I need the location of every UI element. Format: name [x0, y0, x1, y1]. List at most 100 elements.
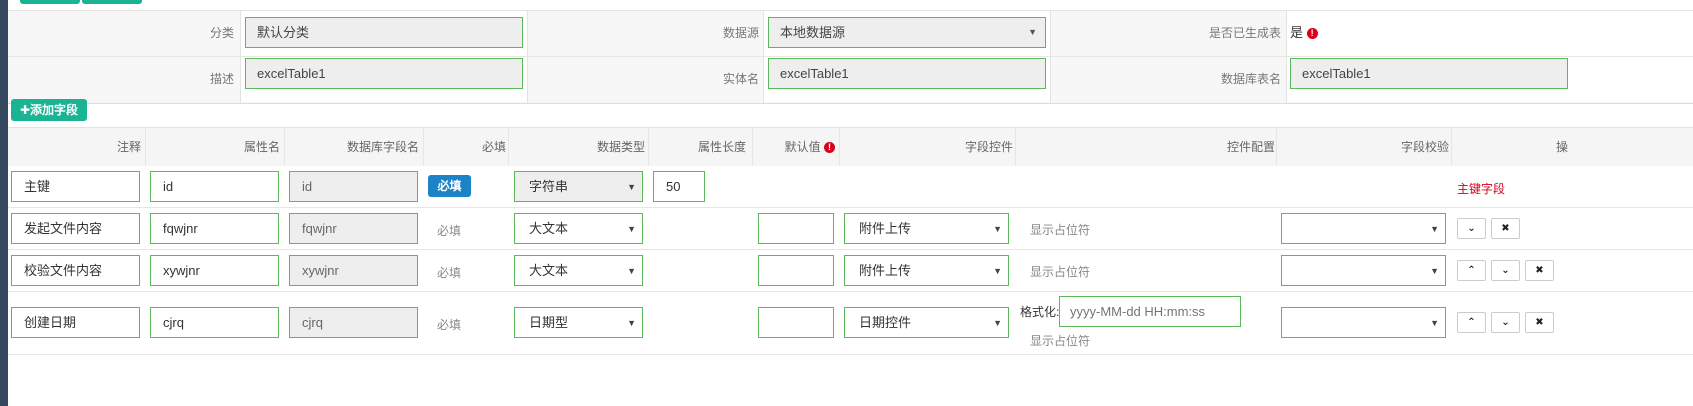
- close-icon: ✖: [1535, 265, 1544, 276]
- chevron-down-icon: ▼: [627, 266, 636, 276]
- form-row-1: 分类 默认分类 数据源 本地数据源 ▼ 是否已生成表 是 !: [8, 11, 1693, 57]
- col-required: 必填: [481, 140, 506, 154]
- alert-icon: !: [824, 142, 835, 154]
- datasource-select[interactable]: 本地数据源 ▼: [768, 17, 1046, 48]
- dtype-select[interactable]: 大文本 ▼: [514, 213, 643, 244]
- col-length: 属性长度: [697, 140, 746, 154]
- chevron-down-icon: ▼: [1430, 224, 1439, 234]
- dbtable-field[interactable]: excelTable1: [1290, 58, 1568, 89]
- dtype-value: 日期型: [529, 315, 569, 330]
- datasource-value: 本地数据源: [780, 25, 846, 40]
- comment-input[interactable]: 创建日期: [11, 307, 140, 338]
- placeholder-toggle[interactable]: 显示占位符: [1030, 221, 1090, 238]
- col-dbfield: 数据库字段名: [346, 140, 419, 154]
- table-row: 校验文件内容 xywjnr xywjnr 必填 大文本 ▼ 附件上传 ▼ 显示占…: [8, 250, 1693, 292]
- fields-table-header: 注释 属性名 数据库字段名 必填 数据类型 属性长度 默认值 ! 字段控件 控件…: [8, 127, 1693, 192]
- description-field[interactable]: excelTable1: [245, 58, 523, 89]
- move-up-button[interactable]: ⌃: [1457, 260, 1486, 281]
- dtype-select[interactable]: 日期型 ▼: [514, 307, 643, 338]
- attr-input[interactable]: xywjnr: [150, 255, 279, 286]
- chevron-down-icon: ▼: [1028, 27, 1037, 37]
- delete-row-button[interactable]: ✖: [1525, 260, 1554, 281]
- table-row: 主键 id id 必填 字符串 ▼ 50 主键字段: [8, 166, 1693, 208]
- move-up-button[interactable]: ⌃: [1457, 312, 1486, 333]
- dtype-value: 大文本: [529, 263, 569, 278]
- col-default: 默认值 !: [753, 128, 835, 166]
- top-action-button-2[interactable]: [82, 0, 142, 4]
- comment-input[interactable]: 发起文件内容: [11, 213, 140, 244]
- entity-label: 实体名: [722, 72, 759, 86]
- control-select[interactable]: 附件上传 ▼: [844, 255, 1009, 286]
- col-control: 字段控件: [964, 140, 1013, 154]
- top-action-button-1[interactable]: [20, 0, 80, 4]
- table-row: 创建日期 cjrq cjrq 必填 日期型 ▼ 日期控件 ▼ 格式化: 显示占位…: [8, 292, 1693, 355]
- col-ops: 操作: [1556, 140, 1569, 192]
- col-default-label: 默认值: [784, 140, 821, 154]
- length-input[interactable]: 50: [653, 171, 705, 202]
- move-down-button[interactable]: ⌄: [1457, 218, 1486, 239]
- control-value: 日期控件: [859, 315, 912, 330]
- col-dtype: 数据类型: [596, 140, 645, 154]
- chevron-down-icon: ▼: [1430, 318, 1439, 328]
- delete-row-button[interactable]: ✖: [1491, 218, 1520, 239]
- left-sidebar-strip: [0, 0, 8, 406]
- table-properties-form: 分类 默认分类 数据源 本地数据源 ▼ 是否已生成表 是 ! 描述 excelT…: [8, 10, 1693, 104]
- attr-input[interactable]: fqwjnr: [150, 213, 279, 244]
- dtype-select[interactable]: 大文本 ▼: [514, 255, 643, 286]
- add-field-button[interactable]: ✚添加字段: [11, 99, 87, 121]
- dbfield-input[interactable]: xywjnr: [289, 255, 418, 286]
- chevron-down-icon: ⌄: [1501, 317, 1510, 328]
- dtype-select[interactable]: 字符串 ▼: [514, 171, 643, 202]
- placeholder-toggle[interactable]: 显示占位符: [1030, 332, 1090, 349]
- control-select[interactable]: 日期控件 ▼: [844, 307, 1009, 338]
- generated-status: 是 !: [1290, 11, 1318, 54]
- description-label: 描述: [209, 72, 234, 86]
- chevron-down-icon: ⌄: [1467, 223, 1476, 234]
- delete-row-button[interactable]: ✖: [1525, 312, 1554, 333]
- comment-input[interactable]: 主键: [11, 171, 140, 202]
- chevron-down-icon: ▼: [627, 182, 636, 192]
- col-validate: 字段校验: [1400, 140, 1449, 154]
- primary-key-note: 主键字段: [1457, 182, 1506, 196]
- validate-select[interactable]: ▼: [1281, 307, 1446, 338]
- category-field[interactable]: 默认分类: [245, 17, 523, 48]
- chevron-down-icon: ▼: [993, 318, 1002, 328]
- required-toggle[interactable]: 必填: [437, 316, 461, 333]
- validate-select[interactable]: ▼: [1281, 255, 1446, 286]
- dbfield-input[interactable]: cjrq: [289, 307, 418, 338]
- dtype-value: 大文本: [529, 221, 569, 236]
- default-input[interactable]: [758, 213, 834, 244]
- attr-input[interactable]: cjrq: [150, 307, 279, 338]
- dbfield-input[interactable]: fqwjnr: [289, 213, 418, 244]
- chevron-down-icon: ▼: [627, 318, 636, 328]
- dbtable-label: 数据库表名: [1220, 72, 1281, 86]
- placeholder-toggle[interactable]: 显示占位符: [1030, 263, 1090, 280]
- chevron-down-icon: ⌄: [1501, 265, 1510, 276]
- category-label: 分类: [209, 26, 234, 40]
- col-attr: 属性名: [243, 140, 280, 154]
- attr-input[interactable]: id: [150, 171, 279, 202]
- chevron-up-icon: ⌃: [1467, 265, 1476, 276]
- table-row: 发起文件内容 fqwjnr fqwjnr 必填 大文本 ▼ 附件上传 ▼ 显示占…: [8, 208, 1693, 250]
- form-row-2: 描述 excelTable1 实体名 excelTable1 数据库表名 exc…: [8, 57, 1693, 102]
- dtype-value: 字符串: [529, 179, 569, 194]
- move-down-button[interactable]: ⌄: [1491, 260, 1520, 281]
- comment-input[interactable]: 校验文件内容: [11, 255, 140, 286]
- validate-select[interactable]: ▼: [1281, 213, 1446, 244]
- close-icon: ✖: [1535, 317, 1544, 328]
- chevron-up-icon: ⌃: [1467, 317, 1476, 328]
- default-input[interactable]: [758, 307, 834, 338]
- required-toggle[interactable]: 必填: [428, 175, 471, 197]
- required-toggle[interactable]: 必填: [437, 264, 461, 281]
- col-config: 控件配置: [1226, 140, 1275, 154]
- close-icon: ✖: [1501, 223, 1510, 234]
- entity-field[interactable]: excelTable1: [768, 58, 1046, 89]
- default-input[interactable]: [758, 255, 834, 286]
- dbfield-input[interactable]: id: [289, 171, 418, 202]
- format-input[interactable]: [1059, 296, 1241, 327]
- required-toggle[interactable]: 必填: [437, 222, 461, 239]
- chevron-down-icon: ▼: [1430, 266, 1439, 276]
- generated-value: 是: [1290, 25, 1304, 40]
- move-down-button[interactable]: ⌄: [1491, 312, 1520, 333]
- control-select[interactable]: 附件上传 ▼: [844, 213, 1009, 244]
